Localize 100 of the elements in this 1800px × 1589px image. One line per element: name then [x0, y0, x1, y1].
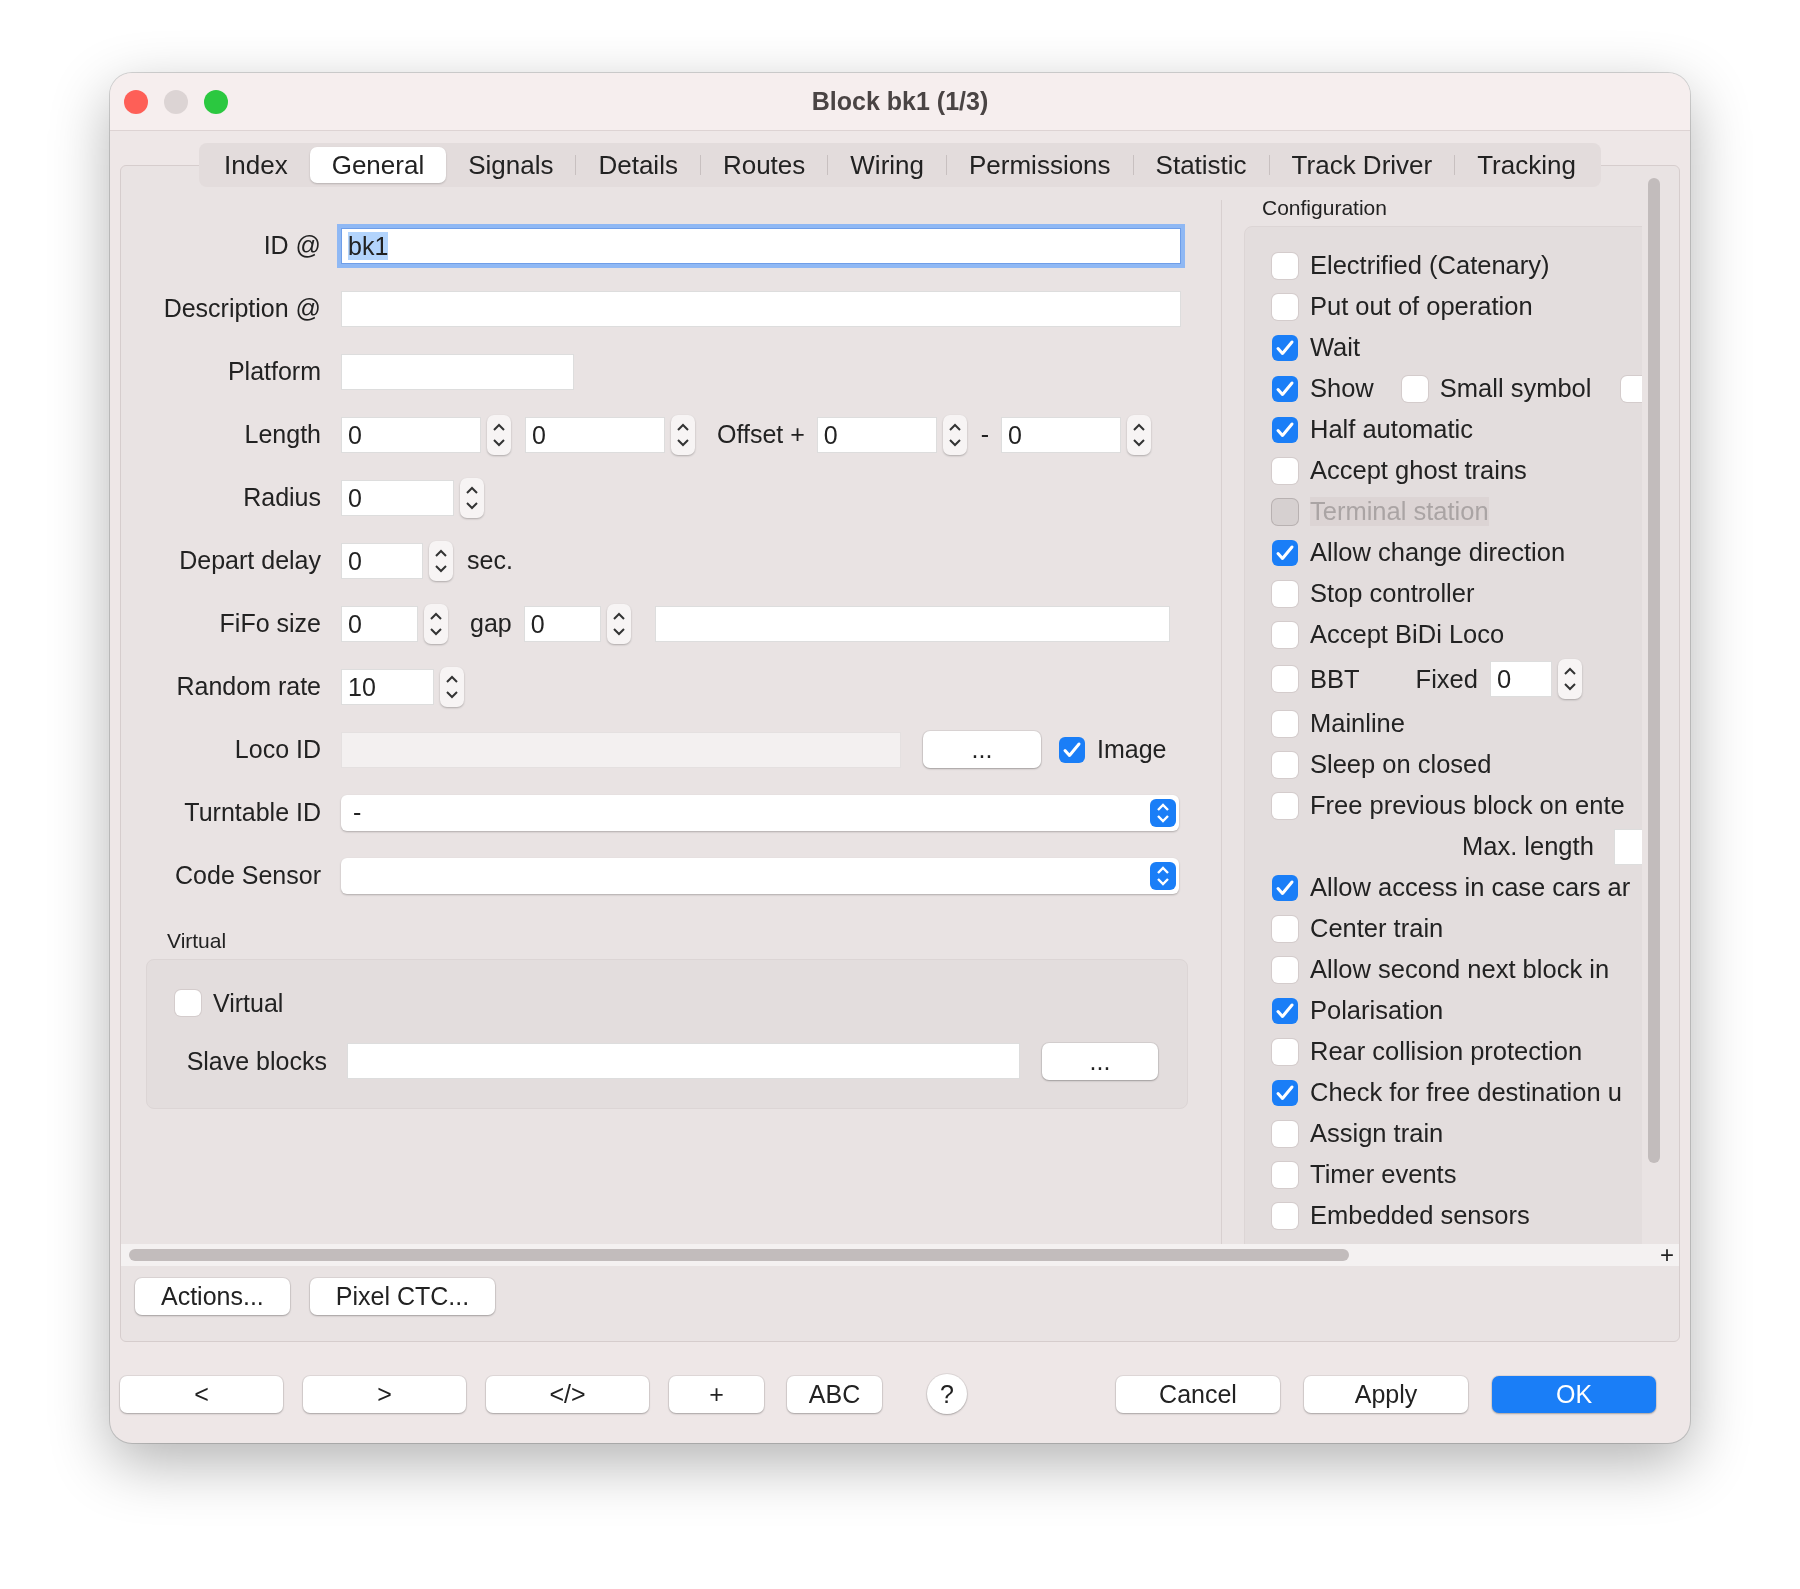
checkbox[interactable] [1272, 874, 1298, 901]
checkbox-label: BBT [1310, 664, 1360, 694]
dialog-button[interactable]: Cancel [1116, 1375, 1280, 1413]
input-field[interactable] [1613, 828, 1642, 865]
checkbox[interactable] [1272, 792, 1298, 819]
checkbox[interactable] [1272, 751, 1298, 778]
checkbox[interactable] [1059, 736, 1085, 763]
input-field[interactable]: 0 [341, 479, 454, 516]
checkbox[interactable] [1272, 710, 1298, 737]
tab[interactable]: Wiring [828, 147, 946, 183]
scrollbar[interactable] [129, 1249, 1349, 1261]
checkbox[interactable] [1272, 915, 1298, 942]
checkbox[interactable] [1272, 666, 1298, 692]
input-field[interactable] [347, 1043, 1020, 1079]
input-field[interactable]: 0 [341, 542, 423, 579]
checkbox-label: Polarisation [1310, 996, 1444, 1025]
stepper[interactable] [671, 414, 695, 455]
checkbox[interactable] [1272, 457, 1298, 484]
checkbox-label: Allow access in case cars ar [1310, 873, 1631, 902]
checkbox[interactable] [1272, 1161, 1298, 1188]
tab[interactable]: General [309, 147, 447, 183]
checkbox[interactable] [1272, 956, 1298, 983]
checkbox[interactable] [1272, 416, 1298, 443]
nav-button[interactable]: < [120, 1375, 283, 1413]
tab[interactable]: Signals [446, 147, 576, 183]
stepper[interactable] [1127, 414, 1152, 455]
stepper[interactable] [487, 414, 511, 455]
separator-text: - [980, 420, 990, 449]
checkbox[interactable] [1272, 997, 1298, 1024]
checkbox-label: Show [1310, 374, 1374, 403]
input-field[interactable]: 0 [341, 416, 481, 453]
action-button[interactable]: Pixel CTC... [309, 1278, 496, 1315]
field-label: Offset + [717, 420, 805, 449]
scrollbar[interactable] [1648, 178, 1660, 1163]
field-label: FiFo size [218, 609, 321, 638]
input-field[interactable] [341, 353, 574, 390]
checkbox-label: Mainline [1310, 709, 1405, 738]
browse-button[interactable]: ... [923, 731, 1041, 768]
checkbox[interactable] [1272, 1079, 1298, 1106]
zoom-icon[interactable] [204, 90, 228, 114]
checkbox[interactable] [175, 990, 201, 1016]
field-label: Length [243, 420, 321, 449]
checkbox[interactable] [1272, 334, 1298, 361]
tab[interactable]: Track Driver [1269, 147, 1455, 183]
checkbox[interactable] [1272, 539, 1298, 566]
checkbox[interactable] [1272, 1120, 1298, 1147]
dialog-button[interactable]: OK [1492, 1375, 1656, 1413]
dropdown[interactable] [341, 857, 1179, 894]
close-icon[interactable] [124, 90, 148, 114]
checkbox[interactable] [1272, 580, 1298, 607]
stepper[interactable] [440, 666, 464, 707]
checkbox[interactable] [1272, 375, 1298, 402]
input-field[interactable] [341, 290, 1181, 327]
tab[interactable]: Routes [700, 147, 828, 183]
field-label: Turntable ID [183, 798, 321, 827]
stepper[interactable] [1557, 659, 1582, 699]
tab[interactable]: Index [202, 147, 310, 183]
input-field[interactable]: 0 [523, 605, 601, 642]
checkbox[interactable] [1272, 1202, 1298, 1229]
stepper[interactable] [942, 414, 967, 455]
tab[interactable]: Permissions [947, 147, 1133, 183]
input-field[interactable]: 10 [341, 668, 434, 705]
field-label: Loco ID [233, 735, 321, 764]
checkbox-label: Half automatic [1310, 415, 1473, 444]
nav-button[interactable]: > [303, 1375, 466, 1413]
nav-button[interactable]: ABC [787, 1375, 882, 1413]
up-down-chevron-icon [947, 421, 962, 448]
minimize-icon[interactable] [164, 90, 188, 114]
checkbox[interactable] [1401, 375, 1428, 402]
stepper[interactable] [460, 477, 484, 518]
checkbox[interactable] [1272, 1038, 1298, 1065]
stepper[interactable] [606, 603, 631, 644]
tab[interactable]: Statistic [1133, 147, 1269, 183]
input-field[interactable]: 0 [525, 416, 665, 453]
field-label: Slave blocks [185, 1046, 327, 1076]
dialog-button[interactable]: Apply [1304, 1375, 1468, 1413]
checkbox[interactable] [1272, 621, 1298, 648]
tab[interactable]: Tracking [1455, 147, 1598, 183]
input-field[interactable]: 0 [816, 416, 937, 453]
checkbox[interactable] [1621, 375, 1642, 402]
stepper[interactable] [424, 603, 448, 644]
checkbox[interactable] [1272, 293, 1298, 320]
input-field[interactable]: 0 [1489, 661, 1552, 697]
input-field[interactable]: 0 [341, 605, 418, 642]
help-button[interactable]: ? [927, 1374, 967, 1414]
checkbox-label: Timer events [1310, 1160, 1457, 1189]
tab[interactable]: Details [576, 147, 700, 183]
action-button[interactable]: Actions... [135, 1278, 290, 1315]
checkbox-label: Accept ghost trains [1310, 456, 1527, 485]
checkbox-label: Check for free destination u [1310, 1078, 1622, 1107]
nav-button[interactable]: + [669, 1375, 764, 1413]
checkbox[interactable] [1272, 252, 1298, 279]
input-field[interactable] [654, 605, 1170, 642]
corner-button[interactable]: + [1655, 1244, 1679, 1266]
nav-button[interactable]: </> [486, 1375, 649, 1413]
input-field[interactable]: 0 [1001, 416, 1122, 453]
browse-button[interactable]: ... [1042, 1042, 1158, 1080]
checkbox-label: Sleep on closed [1310, 750, 1492, 779]
dropdown[interactable]: - [341, 794, 1179, 831]
stepper[interactable] [429, 540, 453, 581]
